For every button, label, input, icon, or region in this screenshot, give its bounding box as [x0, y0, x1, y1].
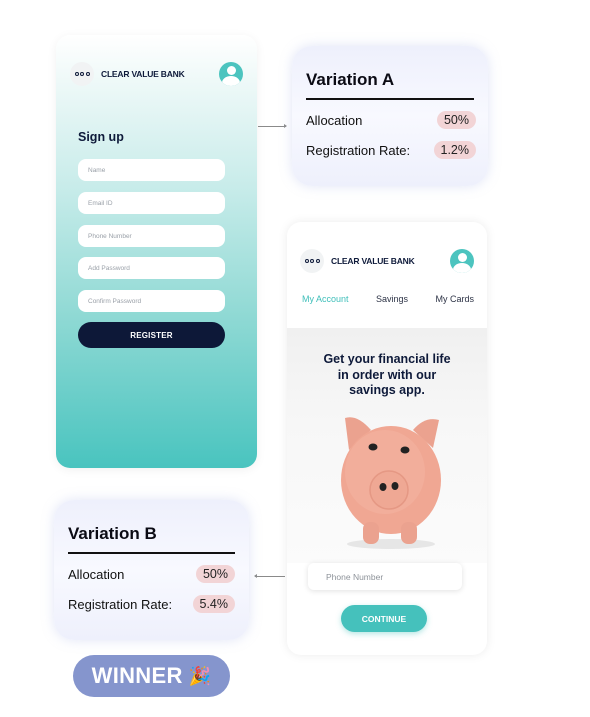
savings-screen-mockup: CLEAR VALUE BANK My Account Savings My C… [287, 222, 487, 655]
hero-line: in order with our [337, 367, 437, 382]
hero-headline: Get your financial life in order with ou… [287, 352, 487, 399]
registration-rate-value: 5.4% [192, 595, 235, 613]
user-avatar-icon[interactable] [219, 62, 243, 86]
variation-b-card: Variation B Allocation 50% Registration … [54, 500, 249, 640]
continue-button[interactable]: CONTINUE [341, 605, 427, 632]
variation-a-title: Variation A [306, 70, 395, 89]
registration-rate-row: Registration Rate: 1.2% [306, 140, 476, 160]
tab-savings[interactable]: Savings [376, 294, 408, 304]
allocation-row: Allocation 50% [68, 564, 235, 584]
piggy-bank-image [341, 417, 441, 549]
tab-my-cards[interactable]: My Cards [435, 294, 474, 304]
winner-label: WINNER [91, 663, 183, 688]
phone-number-input[interactable]: Phone Number [308, 563, 462, 590]
winner-badge: WINNER 🎉 [73, 655, 230, 697]
more-dots-icon[interactable] [70, 62, 94, 86]
allocation-label: Allocation [68, 566, 125, 582]
register-button[interactable]: REGISTER [78, 322, 225, 348]
phone-number-field[interactable]: Phone Number [78, 225, 225, 247]
user-avatar-icon[interactable] [450, 249, 474, 273]
tab-my-account[interactable]: My Account [302, 294, 349, 304]
divider [306, 98, 474, 100]
hero-banner: Get your financial life in order with ou… [287, 328, 487, 563]
allocation-row: Allocation 50% [306, 110, 476, 130]
brand-name: CLEAR VALUE BANK [101, 69, 185, 79]
password-field[interactable]: Add Password [78, 257, 225, 279]
variation-a-card: Variation A Allocation 50% Registration … [292, 46, 488, 186]
party-popper-icon: 🎉 [188, 665, 212, 686]
nav-tabs: My Account Savings My Cards [302, 294, 474, 304]
arrow-to-variation-a [258, 124, 287, 128]
app-header: CLEAR VALUE BANK [300, 248, 474, 274]
registration-rate-label: Registration Rate: [306, 142, 411, 158]
registration-rate-value: 1.2% [433, 141, 476, 159]
registration-rate-label: Registration Rate: [68, 596, 173, 612]
app-header: CLEAR VALUE BANK [70, 61, 243, 87]
email-field[interactable]: Email ID [78, 192, 225, 214]
brand-name: CLEAR VALUE BANK [331, 256, 415, 266]
signup-title: Sign up [78, 130, 124, 144]
hero-line: savings app. [349, 383, 425, 397]
arrow-to-variation-b [254, 574, 285, 578]
signup-screen-mockup: CLEAR VALUE BANK Sign up Name Email ID P… [56, 35, 257, 468]
more-dots-icon[interactable] [300, 249, 324, 273]
allocation-value: 50% [436, 111, 476, 129]
registration-rate-row: Registration Rate: 5.4% [68, 594, 235, 614]
hero-line: Get your financial life [323, 352, 451, 366]
variation-b-title: Variation B [68, 524, 157, 543]
allocation-value: 50% [195, 565, 235, 583]
allocation-label: Allocation [306, 112, 363, 128]
confirm-password-field[interactable]: Confirm Password [78, 290, 225, 312]
divider [68, 552, 235, 554]
name-field[interactable]: Name [78, 159, 225, 181]
